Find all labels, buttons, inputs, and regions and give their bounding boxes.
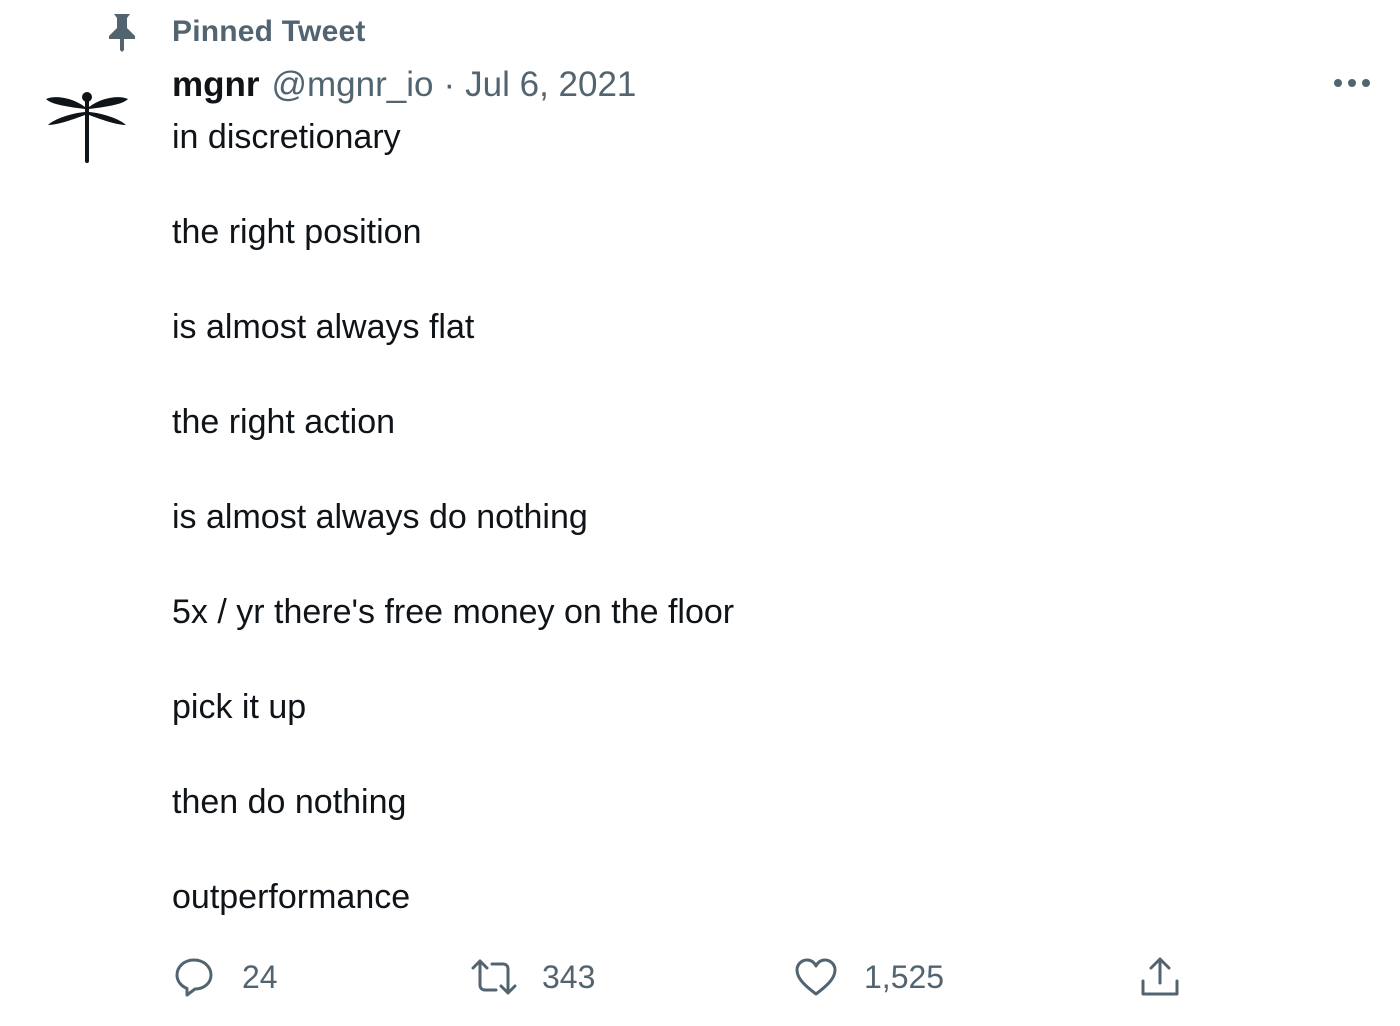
tweet-line: is almost always do nothing xyxy=(172,498,588,536)
like-count: 1,525 xyxy=(864,958,945,995)
share-icon xyxy=(1136,953,1184,1001)
author-handle[interactable]: @mgnr_io xyxy=(272,65,434,105)
tweet-line: the right action xyxy=(172,403,396,441)
retweet-count: 343 xyxy=(542,958,596,995)
tweet-card[interactable]: Pinned Tweet mgnr @mgnr_io · Jul 6, 2021 xyxy=(0,0,1400,1026)
dragonfly-icon xyxy=(42,85,132,170)
avatar[interactable] xyxy=(40,80,134,174)
header-separator: · xyxy=(443,65,456,104)
reply-icon xyxy=(170,953,218,1001)
reply-count: 24 xyxy=(242,958,278,995)
heart-icon xyxy=(792,953,840,1001)
tweet-line: outperformance xyxy=(172,878,411,916)
reply-button[interactable]: 24 xyxy=(170,950,278,1004)
tweet-line: is almost always flat xyxy=(172,308,475,346)
tweet-actions: 24 343 1,525 xyxy=(170,950,1210,1004)
like-button[interactable]: 1,525 xyxy=(792,950,944,1004)
author-name[interactable]: mgnr xyxy=(172,65,260,105)
pinned-label: Pinned Tweet xyxy=(172,15,366,48)
tweet-line: in discretionary xyxy=(172,118,401,156)
tweet-date[interactable]: Jul 6, 2021 xyxy=(465,65,636,105)
more-options-button[interactable] xyxy=(1322,62,1382,108)
tweet-line: 5x / yr there's free money on the floor xyxy=(172,593,735,631)
pin-icon xyxy=(100,10,144,54)
retweet-icon xyxy=(470,953,518,1001)
tweet-line: pick it up xyxy=(172,688,307,726)
tweet-header: mgnr @mgnr_io · Jul 6, 2021 xyxy=(172,62,636,108)
share-button[interactable] xyxy=(1136,950,1184,1004)
tweet-line: the right position xyxy=(172,213,422,251)
pinned-indicator: Pinned Tweet xyxy=(100,8,366,56)
more-options-icon xyxy=(1332,76,1372,94)
tweet-line: then do nothing xyxy=(172,783,407,821)
tweet-text: in discretionary the right position is a… xyxy=(172,114,1272,969)
retweet-button[interactable]: 343 xyxy=(470,950,595,1004)
